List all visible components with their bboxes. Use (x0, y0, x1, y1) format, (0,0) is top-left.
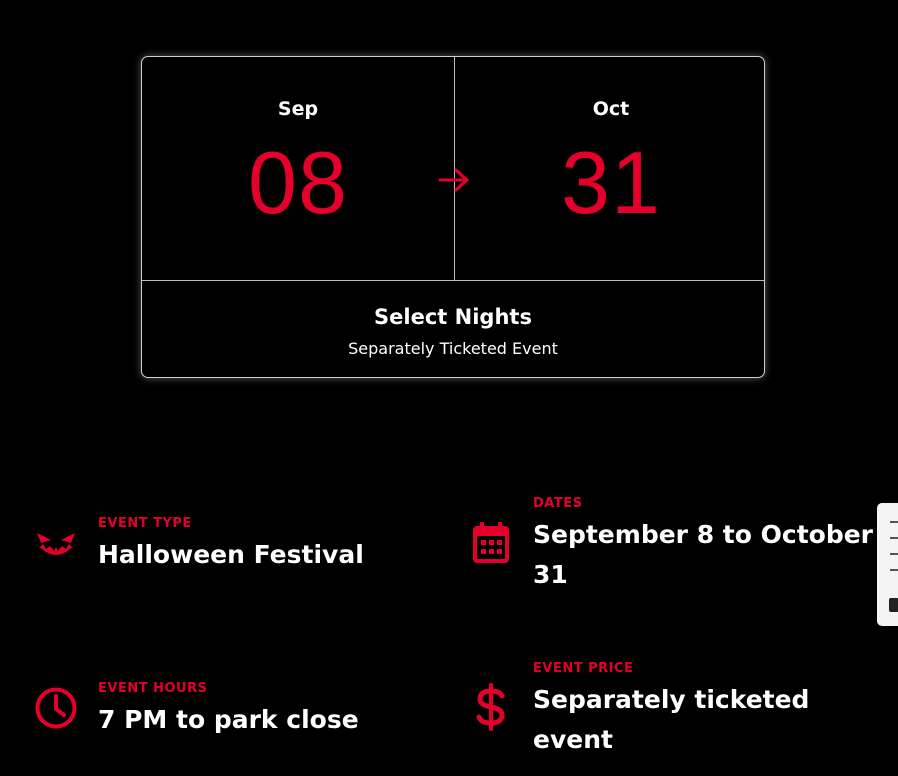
date-range-top: Sep 08 Oct 31 (142, 57, 764, 281)
clock-icon (35, 687, 77, 729)
widget-mark (890, 521, 898, 523)
side-feedback-widget[interactable] (877, 503, 898, 626)
widget-mark (890, 553, 898, 555)
event-type-value: Halloween Festival (98, 540, 364, 569)
ticketed-subtitle: Separately Ticketed Event (348, 339, 558, 358)
select-nights-title: Select Nights (374, 305, 532, 329)
end-month: Oct (592, 98, 630, 120)
dates-label: DATES (533, 496, 583, 511)
end-day: 31 (561, 133, 661, 232)
pumpkin-face-icon (36, 533, 76, 555)
calendar-icon (473, 522, 509, 563)
event-hours-value: 7 PM to park close (98, 705, 359, 734)
arrow-right-icon (438, 168, 469, 192)
start-date: Sep 08 (142, 57, 454, 280)
page: Sep 08 Oct 31 Select Nights Separately T… (0, 0, 898, 776)
dollar-icon (476, 683, 505, 731)
widget-badge (889, 598, 898, 612)
start-month: Sep (277, 98, 319, 120)
event-price-label: EVENT PRICE (533, 661, 634, 676)
event-hours-label: EVENT HOURS (98, 681, 208, 696)
widget-mark (890, 569, 898, 571)
dates-value: September 8 to October 31 (533, 520, 874, 589)
end-date: Oct 31 (455, 57, 767, 280)
event-price-value: Separately ticketed event (533, 685, 810, 754)
date-range-card[interactable]: Sep 08 Oct 31 Select Nights Separately T… (141, 56, 765, 378)
event-type-label: EVENT TYPE (98, 516, 192, 531)
date-range-bottom: Select Nights Separately Ticketed Event (142, 281, 764, 378)
start-day: 08 (248, 133, 348, 232)
widget-mark (890, 537, 898, 539)
